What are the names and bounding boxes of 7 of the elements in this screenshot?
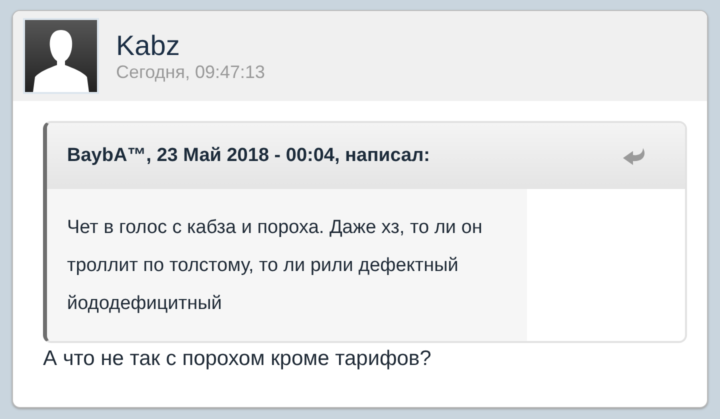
- post-text: А что не так с порохом кроме тарифов?: [43, 347, 432, 371]
- avatar-icon: [23, 18, 99, 94]
- quote-citation: BaybA™, 23 Май 2018 - 00:04, написал:: [67, 145, 430, 167]
- reply-arrow-icon[interactable]: [621, 147, 647, 165]
- post-time: Сегодня, 09:47:13: [116, 62, 266, 82]
- quote-text: Чет в голос с кабза и пороха. Даже хз, то ли он троллит по толстому, то ли рили дефектный йододефицитный: [47, 189, 527, 341]
- author-name[interactable]: Kabz: [116, 30, 266, 62]
